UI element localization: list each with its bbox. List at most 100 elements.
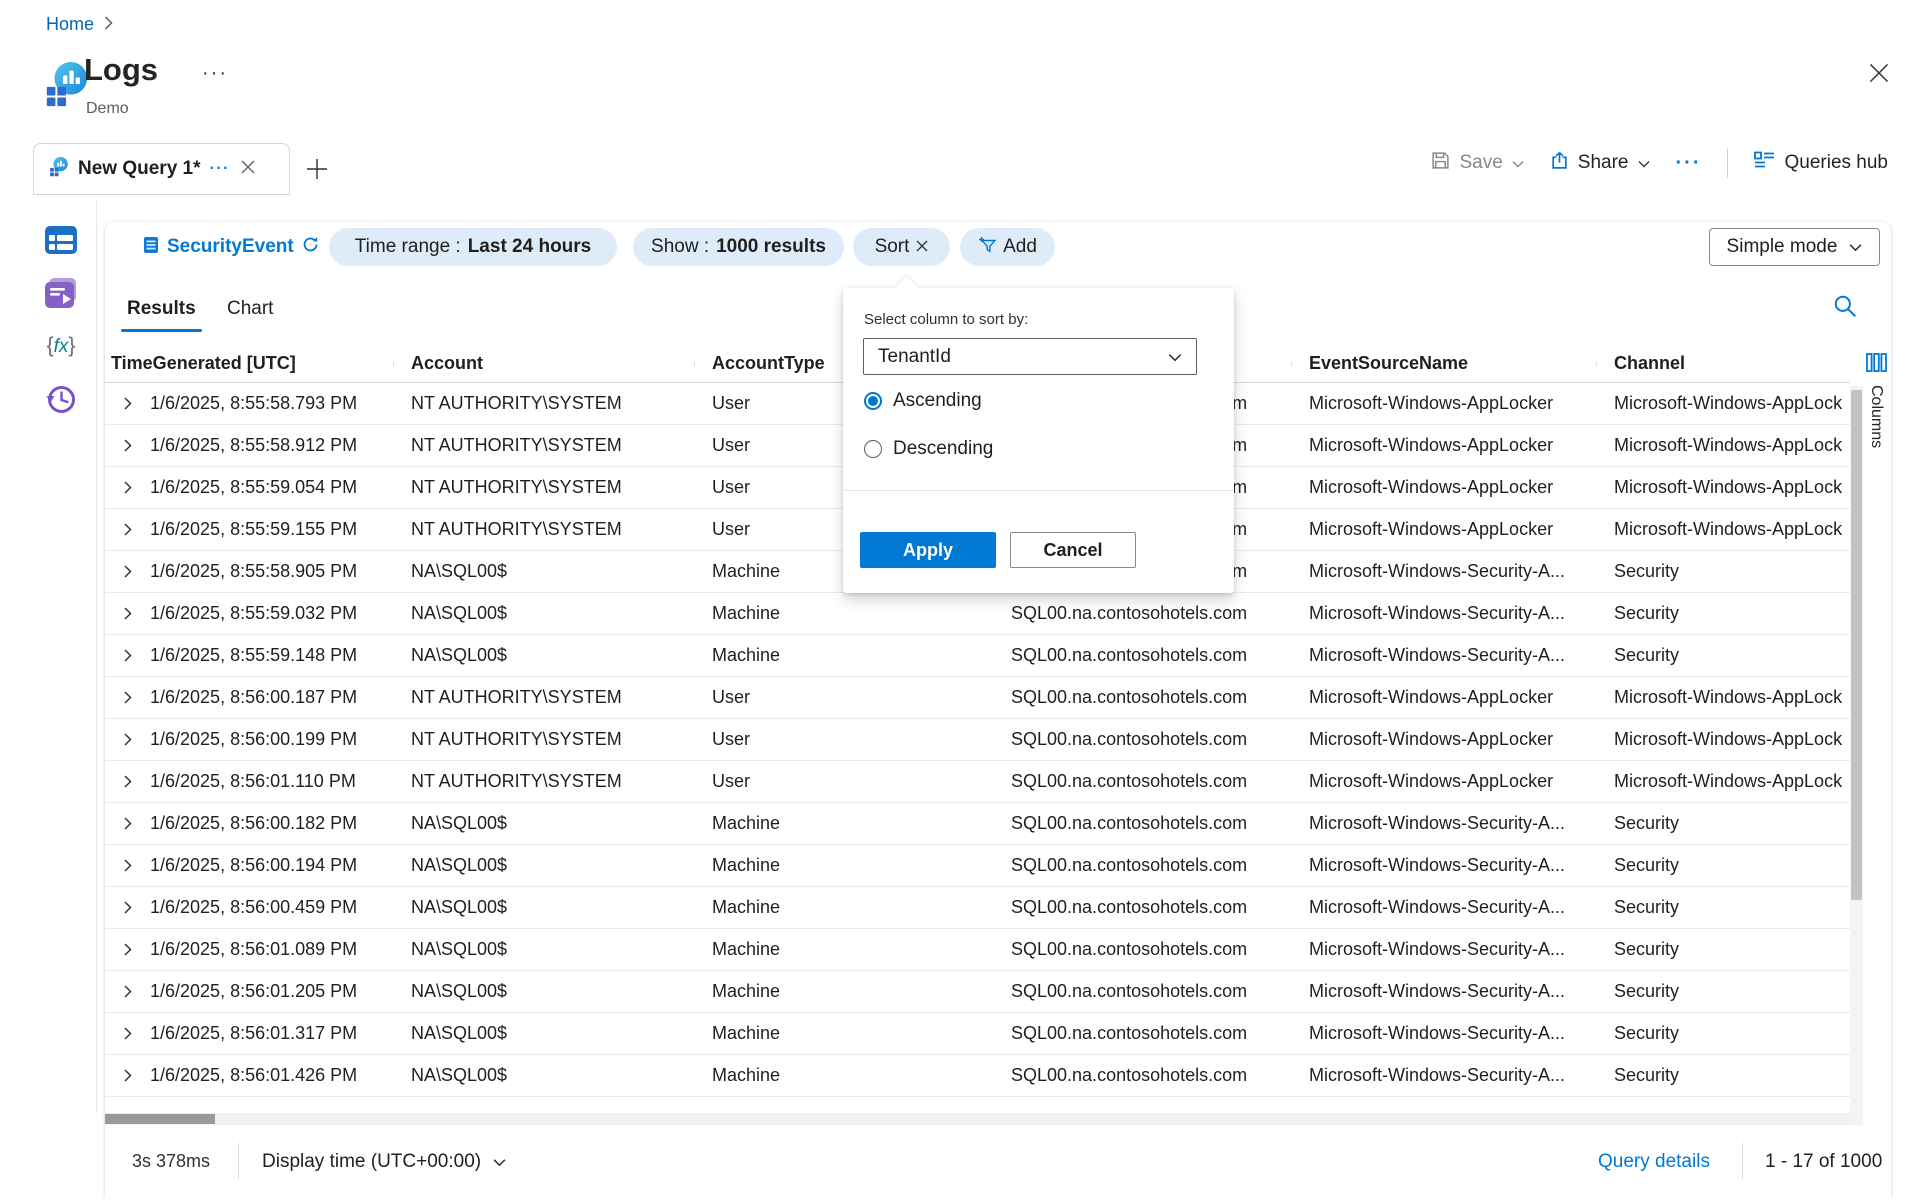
sort-pill[interactable]: Sort (853, 228, 950, 266)
cell-timegenerated: 1/6/2025, 8:56:01.089 PM (150, 939, 393, 960)
time-range-pill[interactable]: Time range : Last 24 hours (329, 228, 617, 266)
display-time-selector[interactable]: Display time (UTC+00:00) (262, 1151, 506, 1173)
column-header-account[interactable]: Account (393, 353, 694, 374)
share-icon (1550, 151, 1569, 176)
cell-computer: SQL00.na.contosohotels.com (993, 1065, 1291, 1086)
query-tab-close-icon[interactable] (239, 160, 255, 179)
save-button[interactable]: Save (1431, 151, 1523, 176)
cell-accounttype: User (694, 771, 993, 792)
ascending-radio[interactable]: Ascending (864, 390, 982, 412)
row-expander-icon[interactable] (105, 397, 150, 410)
horizontal-scrollbar-thumb[interactable] (105, 1114, 215, 1124)
vertical-scrollbar[interactable] (1850, 386, 1863, 1200)
show-results-pill[interactable]: Show : 1000 results (633, 228, 844, 266)
radio-unselected-icon[interactable] (864, 440, 882, 458)
radio-selected-icon[interactable] (864, 392, 882, 410)
cell-channel: Microsoft-Windows-AppLock (1596, 393, 1850, 414)
table-row[interactable]: 1/6/2025, 8:56:00.182 PM NA\SQL00$ Machi… (105, 803, 1850, 845)
sort-column-dropdown[interactable]: TenantId (863, 338, 1197, 375)
cell-timegenerated: 1/6/2025, 8:55:59.054 PM (150, 477, 393, 498)
row-expander-icon[interactable] (105, 943, 150, 956)
table-row[interactable]: 1/6/2025, 8:56:01.426 PM NA\SQL00$ Machi… (105, 1055, 1850, 1097)
cell-eventsourcename: Microsoft-Windows-Security-A... (1291, 813, 1596, 834)
vertical-scrollbar-thumb[interactable] (1851, 390, 1862, 900)
query-tab-more-button[interactable]: ··· (210, 160, 230, 178)
table-row[interactable]: 1/6/2025, 8:56:01.110 PM NT AUTHORITY\SY… (105, 761, 1850, 803)
row-expander-icon[interactable] (105, 1069, 150, 1082)
cell-timegenerated: 1/6/2025, 8:56:00.194 PM (150, 855, 393, 876)
cell-account: NT AUTHORITY\SYSTEM (393, 687, 694, 708)
apply-button[interactable]: Apply (860, 532, 996, 568)
refresh-icon[interactable] (302, 236, 319, 258)
row-expander-icon[interactable] (105, 523, 150, 536)
row-expander-icon[interactable] (105, 649, 150, 662)
row-expander-icon[interactable] (105, 1027, 150, 1040)
row-expander-icon[interactable] (105, 691, 150, 704)
row-expander-icon[interactable] (105, 817, 150, 830)
columns-side-panel: Columns (1864, 345, 1891, 1097)
table-row[interactable]: 1/6/2025, 8:55:59.148 PM NA\SQL00$ Machi… (105, 635, 1850, 677)
table-row[interactable]: 1/6/2025, 8:56:01.205 PM NA\SQL00$ Machi… (105, 971, 1850, 1013)
queries-hub-button[interactable]: Queries hub (1754, 151, 1888, 175)
row-expander-icon[interactable] (105, 733, 150, 746)
row-expander-icon[interactable] (105, 607, 150, 620)
descending-radio[interactable]: Descending (864, 438, 993, 460)
save-chevron-icon (1512, 152, 1524, 174)
cell-timegenerated: 1/6/2025, 8:55:59.155 PM (150, 519, 393, 540)
cell-account: NT AUTHORITY\SYSTEM (393, 729, 694, 750)
cell-account: NA\SQL00$ (393, 813, 694, 834)
horizontal-scrollbar[interactable] (105, 1113, 1850, 1125)
query-details-link[interactable]: Query details (1598, 1151, 1710, 1173)
query-history-pane-icon[interactable] (42, 381, 80, 417)
row-expander-icon[interactable] (105, 859, 150, 872)
table-row[interactable]: 1/6/2025, 8:56:01.317 PM NA\SQL00$ Machi… (105, 1013, 1850, 1055)
cell-channel: Microsoft-Windows-AppLock (1596, 687, 1850, 708)
query-duration: 3s 378ms (132, 1151, 210, 1172)
column-header-channel[interactable]: Channel (1596, 353, 1850, 374)
table-row[interactable]: 1/6/2025, 8:56:00.199 PM NT AUTHORITY\SY… (105, 719, 1850, 761)
columns-panel-label[interactable]: Columns (1867, 385, 1885, 448)
column-header-timegenerated[interactable]: TimeGenerated [UTC] (105, 353, 393, 374)
column-header-eventsourcename[interactable]: EventSourceName (1291, 353, 1596, 374)
cell-eventsourcename: Microsoft-Windows-Security-A... (1291, 561, 1596, 582)
add-filter-pill[interactable]: Add (960, 228, 1055, 266)
close-icon[interactable] (1868, 62, 1890, 89)
cell-account: NA\SQL00$ (393, 603, 694, 624)
table-row[interactable]: 1/6/2025, 8:56:01.089 PM NA\SQL00$ Machi… (105, 929, 1850, 971)
cancel-button[interactable]: Cancel (1010, 532, 1136, 568)
row-expander-icon[interactable] (105, 481, 150, 494)
table-row[interactable]: 1/6/2025, 8:56:00.459 PM NA\SQL00$ Machi… (105, 887, 1850, 929)
new-tab-button[interactable] (302, 154, 332, 184)
selected-table-chip[interactable]: SecurityEvent (135, 228, 327, 266)
cell-eventsourcename: Microsoft-Windows-AppLocker (1291, 477, 1596, 498)
breadcrumb-home-link[interactable]: Home (46, 14, 94, 35)
row-expander-icon[interactable] (105, 565, 150, 578)
mode-selector[interactable]: Simple mode (1709, 228, 1880, 266)
search-results-icon[interactable] (1833, 294, 1857, 323)
tab-results[interactable]: Results (127, 298, 196, 320)
cell-account: NA\SQL00$ (393, 1065, 694, 1086)
tab-chart[interactable]: Chart (227, 298, 273, 320)
title-more-menu[interactable]: ··· (202, 62, 228, 85)
tables-pane-icon[interactable] (42, 222, 80, 258)
cell-accounttype: User (694, 687, 993, 708)
share-button[interactable]: Share (1550, 151, 1650, 176)
row-expander-icon[interactable] (105, 901, 150, 914)
columns-icon[interactable] (1866, 353, 1887, 377)
functions-pane-icon[interactable]: {fx} (42, 328, 80, 364)
cell-accounttype: Machine (694, 645, 993, 666)
query-tab[interactable]: New Query 1* ··· (33, 143, 290, 195)
cell-computer: SQL00.na.contosohotels.com (993, 645, 1291, 666)
cell-timegenerated: 1/6/2025, 8:56:00.187 PM (150, 687, 393, 708)
cell-account: NT AUTHORITY\SYSTEM (393, 771, 694, 792)
table-row[interactable]: 1/6/2025, 8:56:00.187 PM NT AUTHORITY\SY… (105, 677, 1850, 719)
row-expander-icon[interactable] (105, 985, 150, 998)
cell-account: NA\SQL00$ (393, 645, 694, 666)
example-queries-pane-icon[interactable] (42, 275, 80, 311)
row-expander-icon[interactable] (105, 439, 150, 452)
toolbar-more-button[interactable]: ··· (1676, 152, 1702, 175)
sort-pill-remove-icon[interactable] (916, 236, 928, 258)
table-row[interactable]: 1/6/2025, 8:55:59.032 PM NA\SQL00$ Machi… (105, 593, 1850, 635)
table-row[interactable]: 1/6/2025, 8:56:00.194 PM NA\SQL00$ Machi… (105, 845, 1850, 887)
row-expander-icon[interactable] (105, 775, 150, 788)
